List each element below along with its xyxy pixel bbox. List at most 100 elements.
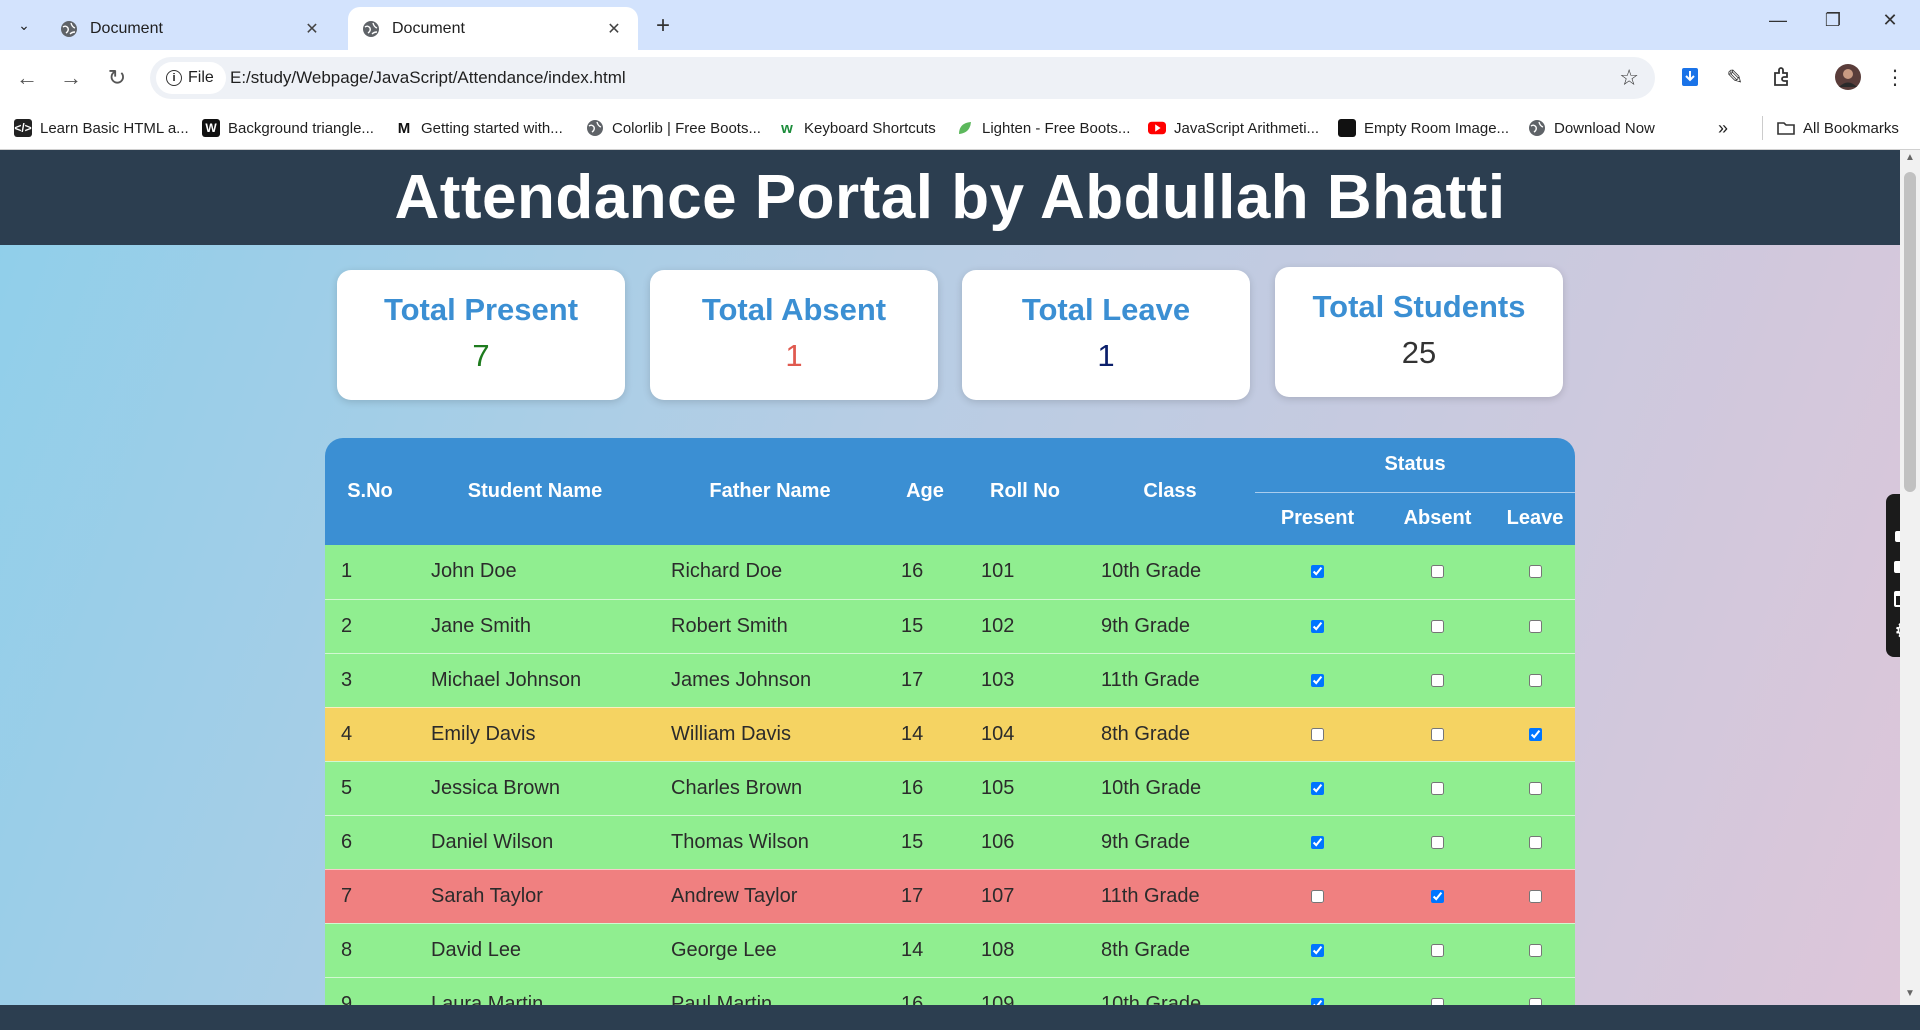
leave-checkbox[interactable] (1528, 781, 1542, 795)
leave-checkbox[interactable] (1528, 835, 1542, 849)
scroll-up-icon[interactable]: ▲ (1903, 152, 1917, 163)
leave-checkbox[interactable] (1528, 619, 1542, 633)
present-checkbox[interactable] (1311, 835, 1324, 849)
card-value: 1 (785, 338, 803, 373)
bookmark-item[interactable]: W Background triangle... (202, 116, 374, 140)
cell-sno: 3 (325, 653, 415, 708)
cell-class: 8th Grade (1085, 707, 1255, 762)
bookmark-item[interactable]: </> Learn Basic HTML a... (14, 116, 189, 140)
url-text[interactable]: E:/study/Webpage/JavaScript/Attendance/i… (230, 68, 626, 88)
leave-checkbox[interactable] (1528, 943, 1542, 957)
camera-icon[interactable] (1893, 524, 1900, 546)
bookmark-item[interactable]: w Keyboard Shortcuts (778, 116, 936, 140)
total-absent-card: Total Absent 1 (650, 270, 938, 400)
browser-toolbar: ← → ↻ i File E:/study/Webpage/JavaScript… (0, 50, 1920, 108)
cell-father-name: William Davis (655, 707, 885, 762)
leave-checkbox[interactable] (1528, 727, 1542, 741)
page-scrollbar[interactable]: ▲ ▼ (1900, 150, 1920, 1005)
bookmark-label: Empty Room Image... (1364, 119, 1510, 137)
all-bookmarks-button[interactable]: All Bookmarks (1762, 116, 1899, 140)
present-checkbox[interactable] (1311, 619, 1324, 633)
cell-present (1255, 707, 1380, 762)
extensions-icon[interactable] (1766, 62, 1796, 92)
video-icon[interactable] (1893, 556, 1900, 578)
tab-search-button[interactable]: ⌄ (8, 10, 40, 40)
restore-button[interactable]: ❐ (1813, 10, 1853, 31)
absent-checkbox[interactable] (1431, 835, 1444, 849)
bookmark-item[interactable]: M Getting started with... (395, 116, 563, 140)
eyedropper-icon[interactable]: ✎ (1720, 62, 1750, 92)
header-age: Age (885, 438, 965, 545)
present-checkbox[interactable] (1311, 673, 1324, 687)
cell-class: 9th Grade (1085, 815, 1255, 870)
cell-age: 14 (885, 923, 965, 978)
close-window-button[interactable]: ✕ (1870, 10, 1910, 31)
present-checkbox[interactable] (1311, 889, 1324, 903)
bookmark-item[interactable]: Empty Room Image... (1338, 116, 1509, 140)
reload-button[interactable]: ↻ (102, 65, 132, 91)
absent-checkbox[interactable] (1431, 727, 1444, 741)
cell-student-name: Laura Martin (415, 977, 655, 1005)
leave-checkbox[interactable] (1528, 889, 1542, 903)
tab-document-2[interactable]: Document ✕ (348, 7, 638, 50)
absent-checkbox[interactable] (1431, 943, 1444, 957)
bookmark-item[interactable]: JavaScript Arithmeti... (1148, 116, 1319, 140)
scrollbar-thumb[interactable] (1904, 172, 1916, 492)
bookmark-item[interactable]: Colorlib | Free Boots... (586, 116, 761, 140)
leave-checkbox[interactable] (1528, 565, 1542, 579)
bookmark-item[interactable]: Lighten - Free Boots... (956, 116, 1130, 140)
present-checkbox[interactable] (1311, 997, 1324, 1005)
bookmark-label: JavaScript Arithmeti... (1174, 119, 1320, 137)
back-button[interactable]: ← (12, 65, 42, 91)
cell-leave (1495, 599, 1575, 654)
present-checkbox[interactable] (1311, 565, 1324, 579)
gear-icon[interactable]: ⚙ (1893, 618, 1900, 643)
scroll-down-icon[interactable]: ▼ (1903, 988, 1917, 999)
tab-document-1[interactable]: Document ✕ (46, 7, 336, 50)
absent-checkbox[interactable] (1431, 673, 1444, 687)
absent-checkbox[interactable] (1431, 997, 1444, 1005)
cell-age: 17 (885, 653, 965, 708)
address-bar[interactable]: i File E:/study/Webpage/JavaScript/Atten… (150, 57, 1655, 99)
info-icon: i (166, 70, 182, 86)
new-tab-button[interactable]: + (650, 12, 676, 40)
present-checkbox[interactable] (1311, 943, 1324, 957)
download-icon[interactable] (1675, 62, 1705, 92)
cell-father-name: James Johnson (655, 653, 885, 708)
site-info-label: File (188, 69, 214, 86)
more-bookmarks-chevron-icon[interactable]: » (1718, 116, 1728, 140)
menu-kebab-icon[interactable]: ⋮ (1880, 62, 1910, 92)
present-checkbox[interactable] (1311, 781, 1324, 795)
bookmark-star-icon[interactable]: ☆ (1619, 65, 1639, 91)
leave-checkbox[interactable] (1528, 673, 1542, 687)
profile-avatar[interactable] (1833, 62, 1863, 92)
absent-checkbox[interactable] (1431, 565, 1444, 579)
w-logo-icon: W (202, 119, 220, 137)
cell-leave (1495, 653, 1575, 708)
page-title: Attendance Portal by Abdullah Bhatti (394, 163, 1506, 232)
site-info-chip[interactable]: i File (156, 62, 226, 94)
close-icon[interactable]: ✕ (604, 19, 624, 39)
forward-button[interactable]: → (56, 65, 86, 91)
absent-checkbox[interactable] (1431, 889, 1444, 903)
cell-roll-no: 101 (965, 545, 1085, 600)
absent-checkbox[interactable] (1431, 619, 1444, 633)
cell-absent (1380, 869, 1495, 924)
bookmark-label: Keyboard Shortcuts (804, 119, 936, 137)
cell-class: 10th Grade (1085, 977, 1255, 1005)
cell-roll-no: 109 (965, 977, 1085, 1005)
total-leave-card: Total Leave 1 (962, 270, 1250, 400)
present-checkbox[interactable] (1311, 727, 1324, 741)
minimize-button[interactable]: — (1758, 10, 1798, 31)
bookmark-item[interactable]: Download Now (1528, 116, 1655, 140)
table-row: 1 John Doe Richard Doe 16 101 10th Grade (325, 545, 1575, 600)
leave-checkbox[interactable] (1528, 997, 1542, 1005)
pin-icon[interactable]: ⋮ (1893, 500, 1900, 522)
cell-leave (1495, 761, 1575, 816)
window-icon[interactable] (1893, 588, 1900, 610)
cell-student-name: Daniel Wilson (415, 815, 655, 870)
absent-checkbox[interactable] (1431, 781, 1444, 795)
close-icon[interactable]: ✕ (302, 19, 322, 39)
cell-age: 15 (885, 599, 965, 654)
cell-class: 9th Grade (1085, 599, 1255, 654)
